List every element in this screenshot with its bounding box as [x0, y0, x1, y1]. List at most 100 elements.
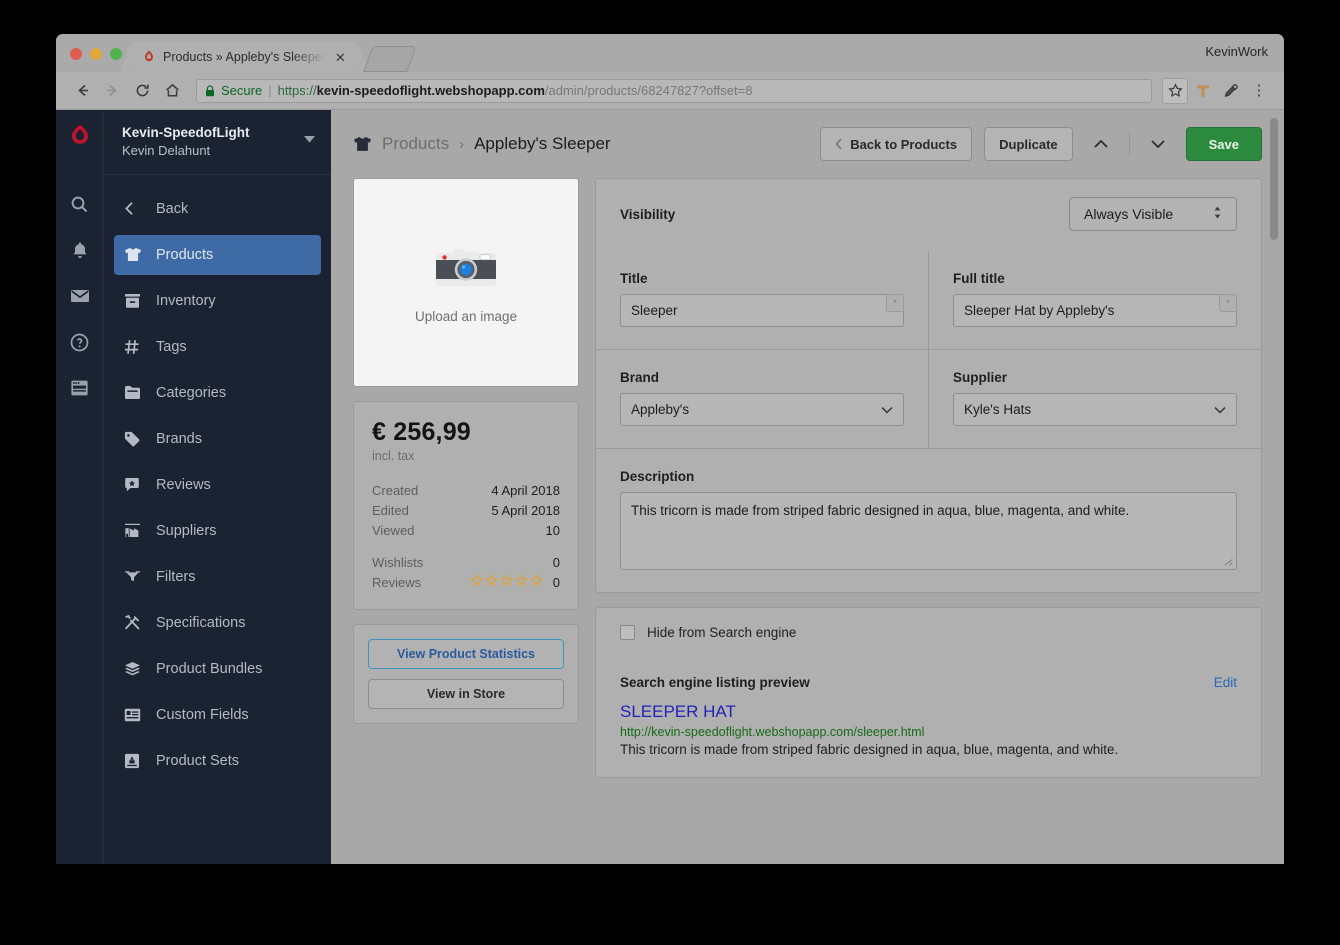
close-icon[interactable]: ✕: [333, 51, 348, 64]
review-icon: [124, 477, 150, 493]
search-icon[interactable]: [58, 181, 102, 227]
sidebar-item-product-bundles[interactable]: Product Bundles: [114, 649, 321, 689]
camera-icon: [433, 242, 499, 299]
sidebar-items: Back Products Inventory Tags Categories …: [104, 175, 331, 787]
sidebar-nav: Kevin-SpeedofLight Kevin Delahunt Back P…: [103, 110, 331, 864]
sidebar-item-filters[interactable]: Filters: [114, 557, 321, 597]
sidebar-item-suppliers[interactable]: Suppliers: [114, 511, 321, 551]
description-textarea[interactable]: This tricorn is made from striped fabric…: [620, 492, 1237, 570]
resize-handle-icon[interactable]: [1224, 557, 1234, 567]
sidebar-item-inventory[interactable]: Inventory: [114, 281, 321, 321]
filter-icon: [124, 569, 150, 584]
visibility-select[interactable]: Always Visible: [1069, 197, 1237, 231]
sidebar-item-specifications[interactable]: Specifications: [114, 603, 321, 643]
sidebar-item-label: Categories: [156, 384, 227, 401]
inventory-icon: [124, 293, 150, 309]
supplier-select[interactable]: Kyle's Hats: [953, 393, 1237, 426]
sidebar-item-products[interactable]: Products: [114, 234, 321, 275]
factory-icon: [124, 523, 150, 538]
chevron-down-icon: [304, 130, 315, 148]
shop-switcher[interactable]: Kevin-SpeedofLight Kevin Delahunt: [104, 110, 331, 175]
image-upload-card[interactable]: Upload an image: [353, 178, 579, 387]
full-title-value: Sleeper Hat by Appleby's: [964, 303, 1115, 318]
tshirt-icon: [124, 247, 150, 262]
bell-icon[interactable]: [58, 227, 102, 273]
help-icon[interactable]: [58, 319, 102, 365]
lightspeed-logo-icon[interactable]: [69, 124, 91, 153]
chevron-left-icon: [124, 201, 150, 216]
full-title-cell: Full title Sleeper Hat by Appleby's *: [928, 251, 1261, 349]
breadcrumb-products-link[interactable]: Products: [382, 134, 449, 154]
application-area: Kevin-SpeedofLight Kevin Delahunt Back P…: [56, 110, 1284, 864]
sidebar-item-tags[interactable]: Tags: [114, 327, 321, 367]
seo-preview-title: Search engine listing preview: [620, 675, 810, 690]
close-window-button[interactable]: [70, 48, 82, 60]
rating-stars: [469, 573, 543, 593]
description-value: This tricorn is made from striped fabric…: [631, 503, 1130, 518]
mail-icon[interactable]: [58, 273, 102, 319]
browser-tab[interactable]: Products » Appleby's Sleeper ✕: [132, 42, 356, 72]
brand-select[interactable]: Appleby's: [620, 393, 904, 426]
new-tab-button[interactable]: [363, 46, 417, 72]
stat-row: Reviews 0: [372, 573, 560, 593]
stat-spacer: [372, 541, 560, 553]
tag-icon: [124, 431, 150, 447]
back-to-products-label: Back to Products: [850, 136, 958, 152]
sidebar-item-categories[interactable]: Categories: [114, 373, 321, 413]
hide-from-search-checkbox[interactable]: [620, 625, 635, 640]
extension-icon[interactable]: [1190, 78, 1216, 104]
eyedropper-icon[interactable]: [1218, 78, 1244, 104]
view-in-store-button[interactable]: View in Store: [368, 679, 564, 709]
title-input[interactable]: Sleeper *: [620, 294, 904, 327]
tab-strip: Products » Appleby's Sleeper ✕ KevinWork: [56, 34, 1284, 72]
secure-label: Secure: [221, 83, 263, 98]
language-badge[interactable]: *: [1219, 294, 1237, 312]
seo-preview-header: Search engine listing preview Edit: [620, 675, 1237, 690]
chevron-down-icon: [1214, 402, 1226, 417]
save-button[interactable]: Save: [1185, 127, 1262, 161]
sidebar-item-label: Specifications: [156, 614, 246, 631]
browser-icon[interactable]: [58, 365, 102, 411]
browser-menu-icon[interactable]: ⋮: [1246, 78, 1272, 104]
sidebar-item-label: Suppliers: [156, 522, 217, 539]
hide-from-search-row[interactable]: Hide from Search engine: [596, 608, 1261, 657]
sidebar-item-product-sets[interactable]: Product Sets: [114, 741, 321, 781]
sidebar-item-reviews[interactable]: Reviews: [114, 465, 321, 505]
hash-icon: [124, 339, 150, 355]
duplicate-button[interactable]: Duplicate: [984, 127, 1073, 161]
url-path: /admin/products/68247827?offset=8: [544, 83, 753, 98]
sidebar-item-back[interactable]: Back: [114, 189, 321, 229]
chevron-left-icon: [835, 138, 843, 150]
full-title-label: Full title: [953, 271, 1005, 286]
title-label: Title: [620, 271, 648, 286]
home-icon[interactable]: [158, 77, 186, 105]
star-icon: [514, 573, 528, 593]
reload-icon[interactable]: [128, 77, 156, 105]
seo-edit-link[interactable]: Edit: [1214, 675, 1237, 690]
brand-cell: Brand Appleby's: [596, 350, 928, 448]
tools-icon: [124, 614, 150, 631]
sidebar-item-custom-fields[interactable]: Custom Fields: [114, 695, 321, 735]
full-title-input[interactable]: Sleeper Hat by Appleby's *: [953, 294, 1237, 327]
seo-result-title[interactable]: SLEEPER HAT: [620, 702, 1237, 722]
sidebar-item-brands[interactable]: Brands: [114, 419, 321, 459]
previous-product-button[interactable]: [1085, 127, 1117, 161]
seo-preview-row: Search engine listing preview Edit SLEEP…: [596, 657, 1261, 777]
language-badge[interactable]: *: [886, 294, 904, 312]
minimize-window-button[interactable]: [90, 48, 102, 60]
back-icon[interactable]: [68, 77, 96, 105]
next-product-button[interactable]: [1142, 127, 1174, 161]
vertical-scrollbar[interactable]: [1270, 118, 1278, 848]
address-bar[interactable]: Secure | https://kevin-speedoflight.webs…: [196, 78, 1152, 103]
chevron-up-icon: [1094, 139, 1108, 149]
star-icon[interactable]: [1162, 77, 1188, 104]
sidebar-item-label: Reviews: [156, 476, 211, 493]
supplier-label: Supplier: [953, 370, 1008, 385]
view-statistics-label: View Product Statistics: [396, 647, 535, 661]
view-product-statistics-button[interactable]: View Product Statistics: [368, 639, 564, 669]
back-to-products-button[interactable]: Back to Products: [820, 127, 973, 161]
url-separator: |: [268, 83, 272, 98]
scrollbar-thumb[interactable]: [1270, 118, 1278, 240]
custom-fields-icon: [124, 708, 150, 722]
maximize-window-button[interactable]: [110, 48, 122, 60]
